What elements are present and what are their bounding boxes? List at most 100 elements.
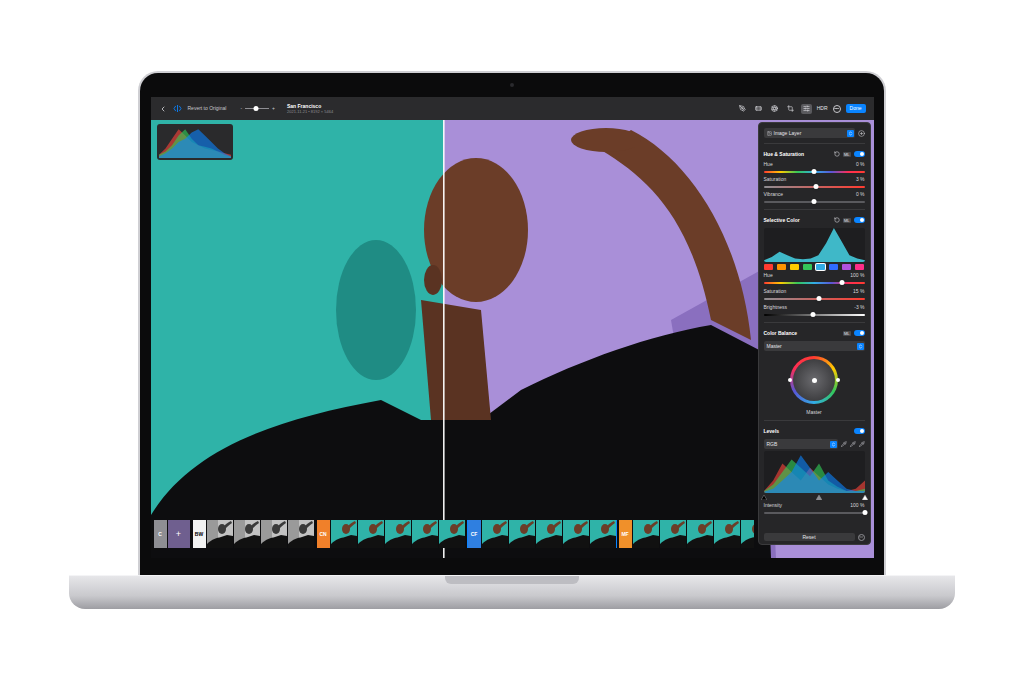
color-swatch[interactable] (855, 264, 864, 270)
dropdown-value: Master (767, 343, 782, 350)
tool-button[interactable] (785, 104, 796, 114)
preset-thumbnail[interactable] (439, 520, 465, 548)
slider-knob[interactable] (862, 510, 867, 515)
levels-marker-icon[interactable] (816, 495, 822, 500)
preset-thumbnail[interactable] (385, 520, 411, 548)
color-swatch[interactable] (764, 264, 773, 270)
preset-group[interactable]: CF (468, 520, 616, 548)
preset-group-label[interactable]: CF (468, 520, 481, 548)
preset-thumbnail[interactable] (563, 520, 589, 548)
section-toggle[interactable] (854, 330, 865, 336)
wheel-knob[interactable] (836, 378, 840, 382)
canvas: Image LayerHue & SaturationMLHue0 %Satur… (151, 120, 874, 558)
preset-thumbnail[interactable] (331, 520, 357, 548)
ml-badge[interactable]: ML (843, 152, 851, 157)
slider-knob[interactable] (812, 169, 817, 174)
preset-thumbnail[interactable] (358, 520, 384, 548)
eyedropper-icon[interactable] (859, 441, 865, 447)
add-adjustment-icon[interactable] (858, 130, 865, 137)
color-wheel[interactable] (790, 356, 838, 404)
preset-thumbnail[interactable] (412, 520, 438, 548)
slider[interactable] (764, 279, 865, 286)
tool-button[interactable] (769, 104, 780, 114)
section-toggle[interactable] (854, 428, 865, 434)
channel-dropdown[interactable]: RGB (764, 439, 838, 449)
ml-badge[interactable]: ML (843, 331, 851, 336)
color-swatch[interactable] (829, 264, 838, 270)
tool-button[interactable] (753, 104, 764, 114)
slider[interactable] (764, 509, 865, 516)
preset-thumbnail[interactable] (633, 520, 659, 548)
color-swatch[interactable] (790, 264, 799, 270)
options-button[interactable] (858, 534, 865, 541)
color-swatch[interactable] (803, 264, 812, 270)
color-swatch[interactable] (777, 264, 786, 270)
preset-group[interactable]: BW (193, 520, 314, 548)
slider-knob[interactable] (814, 184, 819, 189)
levels-marker-icon[interactable] (761, 495, 767, 500)
slider-knob[interactable] (840, 280, 845, 285)
tool-button[interactable] (801, 104, 812, 114)
preset-group-label[interactable]: MF (619, 520, 632, 548)
preset-thumbnail[interactable] (660, 520, 686, 548)
reset-button[interactable]: Reset (764, 533, 855, 541)
preset-group[interactable]: CN (317, 520, 465, 548)
layer-dropdown[interactable]: Image Layer (764, 128, 855, 138)
preset-thumbnail[interactable] (482, 520, 508, 548)
slider-knob[interactable] (810, 312, 815, 317)
slider-knob[interactable] (812, 199, 817, 204)
back-icon[interactable] (159, 105, 167, 113)
add-preset-button[interactable]: + (168, 520, 190, 548)
compare-icon[interactable] (173, 105, 182, 112)
preset-thumbnail[interactable] (590, 520, 616, 548)
preset-thumbnail[interactable] (288, 520, 314, 548)
zoom-control: -+ (240, 105, 275, 112)
revert-button[interactable]: Revert to Original (188, 105, 227, 112)
tool-button[interactable] (737, 104, 748, 114)
eyedropper-icon[interactable] (841, 441, 847, 447)
preset-thumbnail[interactable] (741, 520, 754, 548)
slider[interactable] (764, 198, 865, 205)
color-swatch[interactable] (842, 264, 851, 270)
preset-thumbnail[interactable] (536, 520, 562, 548)
eyedropper-icon[interactable] (850, 441, 856, 447)
presets-strip: C+BW CN CF MF (154, 520, 754, 548)
wheel-knob[interactable] (788, 378, 792, 382)
slider-label: Intensity (764, 502, 783, 509)
preset-group-label[interactable]: C (154, 520, 167, 548)
preset-thumbnail[interactable] (207, 520, 233, 548)
slider[interactable] (764, 311, 865, 318)
histogram-overlay (157, 124, 233, 160)
slider-knob[interactable] (817, 296, 822, 301)
document-title: San Francisco2021-11-21 • 8192 × 5464 (287, 103, 333, 114)
preset-thumbnail[interactable] (261, 520, 287, 548)
section-toggle[interactable] (854, 217, 865, 223)
slider[interactable] (764, 295, 865, 302)
preset-thumbnail[interactable] (509, 520, 535, 548)
preset-group[interactable]: C+ (154, 520, 190, 548)
more-button[interactable] (833, 105, 841, 113)
zoom-out-button[interactable]: - (240, 105, 242, 112)
done-button[interactable]: Done (846, 104, 866, 113)
slider[interactable] (764, 168, 865, 175)
reset-icon[interactable] (834, 151, 840, 157)
wheel-handle[interactable] (812, 378, 817, 383)
preset-group-label[interactable]: CN (317, 520, 330, 548)
reset-icon[interactable] (834, 217, 840, 223)
slider[interactable] (764, 183, 865, 190)
dropdown-arrow-icon (858, 344, 863, 349)
preset-thumbnail[interactable] (714, 520, 740, 548)
zoom-in-button[interactable]: + (272, 105, 275, 112)
preset-thumbnail[interactable] (234, 520, 260, 548)
section-toggle[interactable] (854, 151, 865, 157)
hdr-button[interactable]: HDR (817, 105, 828, 112)
slider-label: Brightness (764, 304, 788, 311)
preset-group-label[interactable]: BW (193, 520, 206, 548)
preset-thumbnail[interactable] (687, 520, 713, 548)
levels-marker-icon[interactable] (862, 495, 868, 500)
ml-badge[interactable]: ML (843, 218, 851, 223)
zoom-slider[interactable] (245, 106, 269, 112)
balance-mode-dropdown[interactable]: Master (764, 341, 865, 351)
color-swatch[interactable] (816, 264, 825, 270)
preset-group[interactable]: MF (619, 520, 754, 548)
